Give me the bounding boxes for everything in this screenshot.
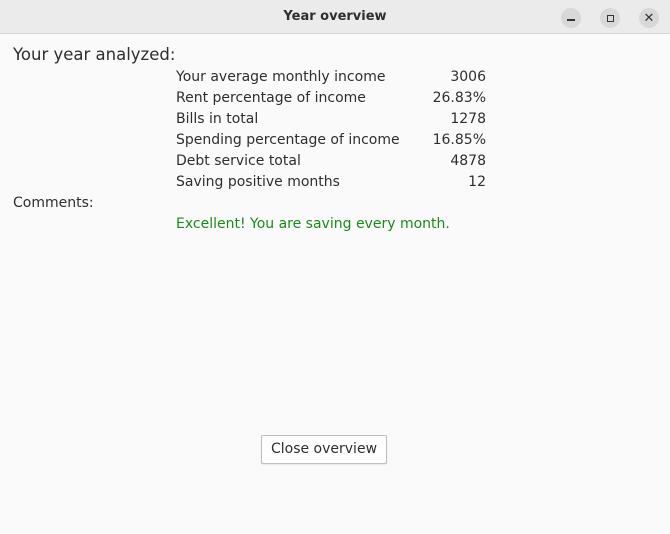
close-window-button[interactable]: ✕: [639, 8, 659, 28]
stat-row-rent-percentage: Rent percentage of income 26.83%: [176, 88, 486, 109]
stat-value: 1278: [450, 111, 486, 127]
minimize-icon: [567, 19, 575, 21]
page-heading: Your year analyzed:: [13, 45, 176, 64]
maximize-button[interactable]: [600, 8, 620, 28]
title-bar[interactable]: Year overview ✕: [0, 0, 670, 34]
maximize-icon: [606, 14, 614, 22]
stat-value: 12: [468, 174, 486, 190]
stat-label: Bills in total: [176, 111, 259, 127]
comments-label: Comments:: [13, 195, 94, 211]
stat-value: 26.83%: [432, 90, 486, 106]
stat-label: Your average monthly income: [176, 69, 386, 85]
stats-list: Your average monthly income 3006 Rent pe…: [176, 67, 486, 193]
stat-value: 16.85%: [432, 132, 486, 148]
stat-label: Saving positive months: [176, 174, 340, 190]
year-overview-window: Year overview ✕ Your year analyzed: Your…: [0, 0, 670, 534]
comment-text: Excellent! You are saving every month.: [176, 216, 450, 232]
stat-row-average-income: Your average monthly income 3006: [176, 67, 486, 88]
stat-row-saving-months: Saving positive months 12: [176, 172, 486, 193]
stat-row-debt-service: Debt service total 4878: [176, 151, 486, 172]
stat-label: Debt service total: [176, 153, 301, 169]
stat-label: Rent percentage of income: [176, 90, 366, 106]
stat-label: Spending percentage of income: [176, 132, 400, 148]
stat-row-spending-percentage: Spending percentage of income 16.85%: [176, 130, 486, 151]
close-icon: ✕: [643, 10, 655, 26]
stat-row-bills-total: Bills in total 1278: [176, 109, 486, 130]
minimize-button[interactable]: [561, 8, 581, 28]
stat-value: 3006: [450, 69, 486, 85]
stat-value: 4878: [450, 153, 486, 169]
close-overview-button[interactable]: Close overview: [261, 435, 387, 464]
